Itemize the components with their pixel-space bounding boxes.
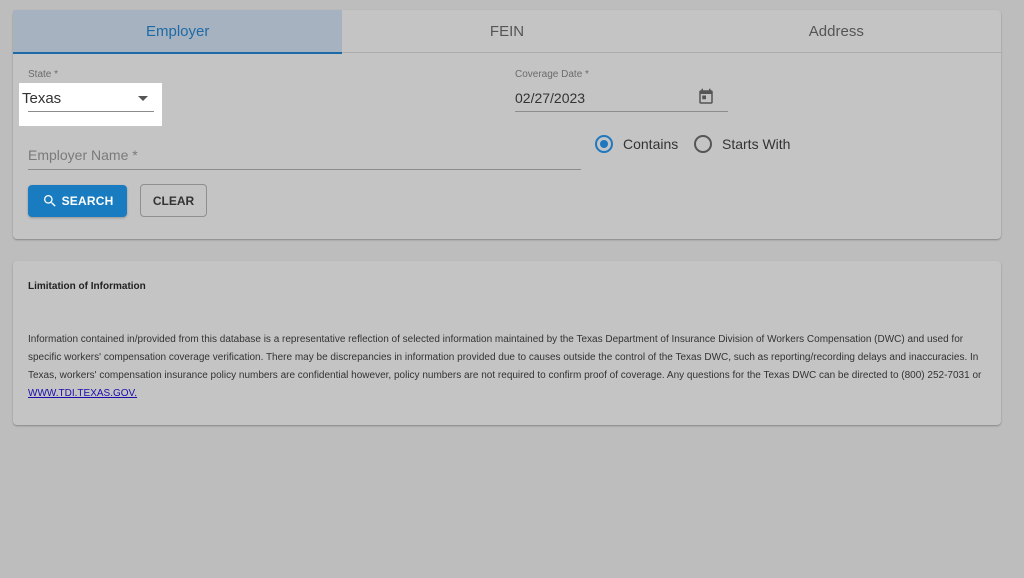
tab-address[interactable]: Address <box>672 10 1001 53</box>
state-label: State * <box>28 69 59 80</box>
search-button[interactable]: SEARCH <box>28 185 127 217</box>
tdi-website-link[interactable]: WWW.TDI.TEXAS.GOV. <box>28 388 137 399</box>
search-card: Employer FEIN Address State * Texas Cove… <box>13 10 1001 239</box>
employer-name-input[interactable]: Employer Name * <box>28 147 138 163</box>
limitation-body: Information contained in/provided from t… <box>28 334 982 381</box>
clear-button-label: CLEAR <box>152 193 195 208</box>
radio-contains-label: Contains <box>623 136 679 152</box>
clear-button[interactable]: CLEAR <box>140 184 207 217</box>
employer-name-underline <box>28 169 581 170</box>
calendar-icon[interactable] <box>697 88 715 106</box>
radio-checked-icon[interactable] <box>595 135 613 153</box>
search-icon <box>43 195 56 207</box>
radio-contains[interactable]: Contains <box>595 135 678 153</box>
tab-fein[interactable]: FEIN <box>342 10 671 53</box>
limitation-title: Limitation of Information <box>28 281 146 292</box>
radio-unchecked-icon[interactable] <box>694 135 712 153</box>
coverage-date-underline <box>515 111 728 112</box>
tab-employer[interactable]: Employer <box>13 10 343 54</box>
dropdown-arrow-icon[interactable] <box>138 96 148 101</box>
coverage-date-label: Coverage Date * <box>515 69 589 80</box>
limitation-card: Limitation of Information Information co… <box>13 261 1001 425</box>
state-value[interactable]: Texas <box>22 90 61 107</box>
coverage-date-input[interactable]: 02/27/2023 <box>515 90 585 106</box>
search-tabs: Employer FEIN Address <box>13 10 1001 54</box>
limitation-text: Information contained in/provided from t… <box>28 331 988 403</box>
state-underline <box>28 111 154 112</box>
radio-starts-with[interactable]: Starts With <box>694 135 790 153</box>
radio-starts-with-label: Starts With <box>722 136 791 152</box>
search-button-label: SEARCH <box>61 194 114 208</box>
